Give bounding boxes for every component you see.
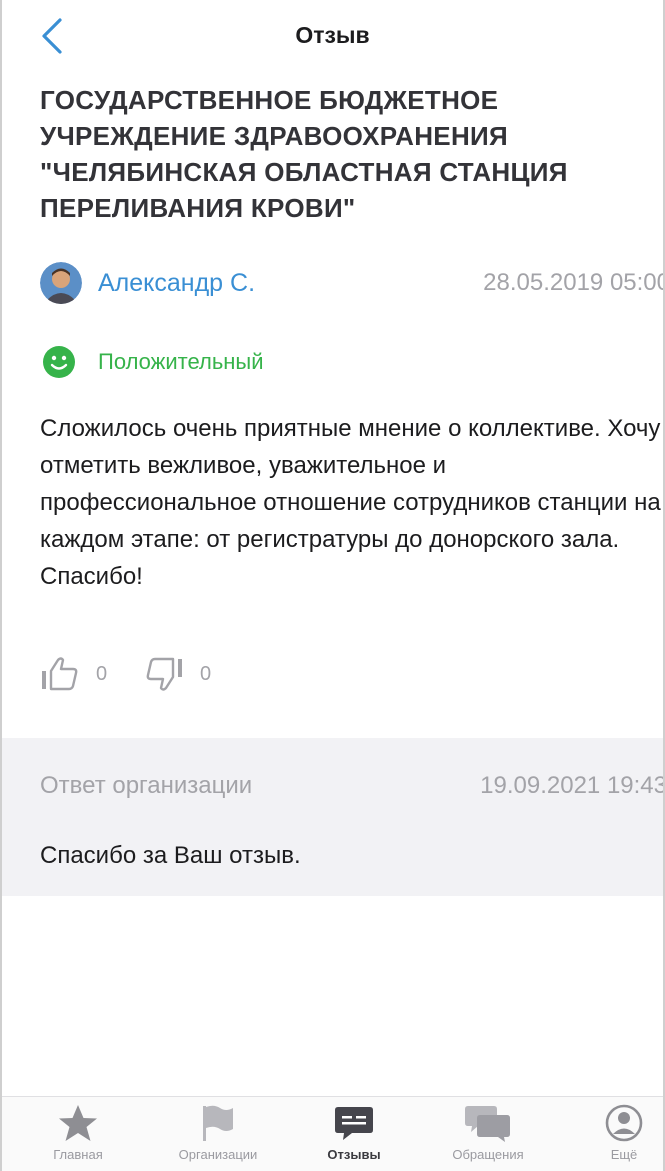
flag-icon [203,1105,233,1141]
star-icon [59,1105,97,1141]
chat-bubble-icon [335,1107,373,1140]
answer-label: Ответ организации [40,772,253,799]
tab-organizations[interactable]: Организации [158,1097,278,1171]
profile-icon [605,1104,643,1142]
tab-bar: Главная Организации Отзывы Обращения Ещё [2,1096,663,1171]
tab-home[interactable]: Главная [18,1097,138,1171]
dislike-button[interactable]: 0 [144,654,224,694]
author-name[interactable]: Александр С. [98,269,255,298]
avatar[interactable] [40,262,82,304]
answer-date: 19.09.2021 19:43 [480,772,665,799]
nav-bar: Отзыв [2,0,663,76]
sentiment-label: Положительный [98,349,264,374]
tab-reviews[interactable]: Отзывы [294,1097,414,1171]
tab-label-more: Ещё [610,1147,638,1162]
smile-icon [43,346,75,378]
messages-icon [465,1106,510,1142]
tab-label-appeals: Обращения [452,1147,524,1162]
user-avatar-icon [40,262,82,304]
thumbs-down-icon [146,657,182,691]
reactions: 0 0 [40,654,340,694]
thumbs-up-icon [42,657,78,691]
review-author-row: Александр С. 28.05.2019 05:00 [40,262,665,304]
like-count: 0 [96,663,108,685]
tab-more[interactable]: Ещё [564,1097,663,1171]
tab-appeals[interactable]: Обращения [428,1097,548,1171]
organization-name[interactable]: ГОСУДАРСТВЕННОЕ БЮДЖЕТНОЕ УЧРЕЖДЕНИЕ ЗДР… [40,82,640,226]
organization-answer: Ответ организации 19.09.2021 19:43 Спаси… [2,738,663,896]
review-date: 28.05.2019 05:00 [483,269,665,296]
review-screen: Отзыв ГОСУДАРСТВЕННОЕ БЮДЖЕТНОЕ УЧРЕЖДЕН… [0,0,665,1171]
like-button[interactable]: 0 [40,654,120,694]
page-title: Отзыв [295,22,370,48]
tab-label-organizations: Организации [178,1147,258,1162]
review-text: Сложилось очень приятные мнение о коллек… [40,415,661,590]
dislike-count: 0 [200,663,212,685]
tab-label-home: Главная [53,1147,103,1162]
tab-label-reviews: Отзывы [327,1147,381,1162]
answer-text: Спасибо за Ваш отзыв. [40,842,301,869]
